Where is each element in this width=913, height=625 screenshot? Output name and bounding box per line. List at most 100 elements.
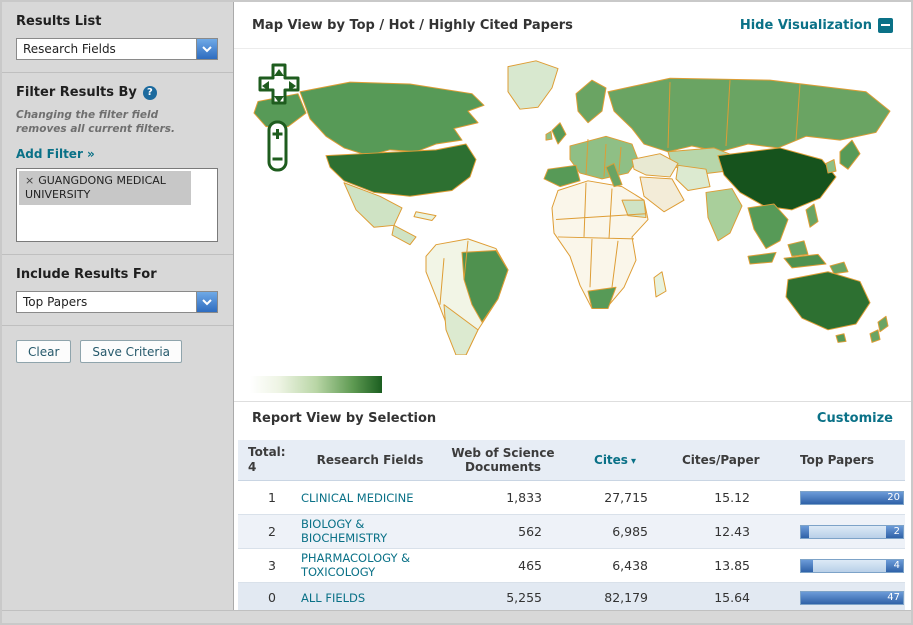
map-panel-header: Map View by Top / Hot / Highly Cited Pap… xyxy=(234,2,911,49)
docs-cell: 1,833 xyxy=(446,490,582,505)
country-australia[interactable] xyxy=(786,272,870,330)
collapse-minus-icon[interactable] xyxy=(878,18,893,33)
sort-desc-icon: ▾ xyxy=(631,456,636,467)
rank-cell: 3 xyxy=(238,558,294,573)
country-canada[interactable] xyxy=(300,82,484,156)
cites-per-paper-cell: 12.43 xyxy=(682,524,786,539)
country-indonesia-east[interactable] xyxy=(784,254,826,268)
map-legend-gradient xyxy=(250,376,382,393)
filter-note: Changing the filter field removes all cu… xyxy=(16,109,206,136)
country-madagascar[interactable] xyxy=(654,272,666,297)
region-central-america[interactable] xyxy=(392,225,416,244)
rank-cell: 1 xyxy=(238,490,294,505)
top-papers-value: 2 xyxy=(894,526,900,538)
country-saudi-arabia[interactable] xyxy=(640,177,684,212)
filter-chip-label: GUANGDONG MEDICAL UNIVERSITY xyxy=(25,174,166,201)
research-field-link[interactable]: ALL FIELDS xyxy=(301,592,365,606)
world-map-area xyxy=(234,49,911,401)
top-papers-bar[interactable]: 20 xyxy=(800,491,904,505)
add-filter-link[interactable]: Add Filter » xyxy=(16,147,95,161)
country-greenland[interactable] xyxy=(508,61,558,109)
top-papers-value: 4 xyxy=(894,560,900,572)
country-borneo[interactable] xyxy=(788,241,808,256)
table-row: 2 BIOLOGY & BIOCHEMISTRY 562 6,985 12.43… xyxy=(238,515,905,549)
country-india[interactable] xyxy=(706,189,742,241)
report-table: Total: 4 Research Fields Web of Science … xyxy=(238,440,905,613)
cites-cell: 6,438 xyxy=(582,558,682,573)
customize-link[interactable]: Customize xyxy=(817,411,893,426)
chevron-down-icon[interactable] xyxy=(196,39,217,59)
region-southeast-asia[interactable] xyxy=(748,204,788,249)
docs-cell: 562 xyxy=(446,524,582,539)
country-cuba[interactable] xyxy=(414,212,436,221)
report-view-header: Report View by Selection Customize xyxy=(234,401,911,434)
table-header-row: Total: 4 Research Fields Web of Science … xyxy=(238,440,905,481)
map-zoom-control[interactable] xyxy=(266,119,290,173)
country-philippines[interactable] xyxy=(806,204,818,227)
cites-per-paper-cell: 15.12 xyxy=(682,490,786,505)
rank-cell: 0 xyxy=(238,590,294,605)
cites-per-paper-cell: 15.64 xyxy=(682,590,786,605)
docs-cell: 465 xyxy=(446,558,582,573)
research-field-link[interactable]: CLINICAL MEDICINE xyxy=(301,492,414,506)
clear-button[interactable]: Clear xyxy=(16,340,71,363)
country-japan[interactable] xyxy=(840,140,860,169)
sidebar: Results List Research Fields Filter Resu… xyxy=(2,2,234,623)
cites-cell: 27,715 xyxy=(582,490,682,505)
cites-per-paper-cell: 13.85 xyxy=(682,558,786,573)
country-russia[interactable] xyxy=(608,78,890,152)
country-south-africa[interactable] xyxy=(588,287,616,308)
top-papers-bar[interactable]: 4 xyxy=(800,559,904,573)
remove-filter-icon[interactable]: × xyxy=(25,174,34,187)
filter-chip[interactable]: ×GUANGDONG MEDICAL UNIVERSITY xyxy=(19,171,191,205)
country-iran[interactable] xyxy=(676,165,710,190)
column-header-top-papers[interactable]: Top Papers xyxy=(786,453,905,467)
column-header-cites[interactable]: Cites▾ xyxy=(582,453,682,467)
world-map-choropleth[interactable] xyxy=(240,55,904,355)
country-uk[interactable] xyxy=(552,123,566,144)
country-indonesia[interactable] xyxy=(748,252,776,264)
include-results-select[interactable]: Top Papers xyxy=(16,291,218,313)
docs-cell: 5,255 xyxy=(446,590,582,605)
country-new-guinea[interactable] xyxy=(830,262,848,274)
country-tasmania[interactable] xyxy=(836,334,846,343)
active-filters-box: ×GUANGDONG MEDICAL UNIVERSITY xyxy=(16,168,218,242)
top-papers-value: 47 xyxy=(887,592,900,604)
top-papers-value: 20 xyxy=(887,492,900,504)
include-results-label: Include Results For xyxy=(16,267,219,282)
hide-visualization-link[interactable]: Hide Visualization xyxy=(740,18,893,33)
country-new-zealand[interactable] xyxy=(870,316,888,342)
research-field-link[interactable]: BIOLOGY & BIOCHEMISTRY xyxy=(301,518,415,546)
chevron-down-icon[interactable] xyxy=(196,292,217,312)
results-list-section: Results List Research Fields xyxy=(2,2,233,73)
esi-window: Results List Research Fields Filter Resu… xyxy=(0,0,913,625)
region-scandinavia[interactable] xyxy=(576,80,606,123)
report-view-title: Report View by Selection xyxy=(252,411,436,426)
country-spain[interactable] xyxy=(544,165,580,186)
include-results-section: Include Results For Top Papers xyxy=(2,255,233,326)
sidebar-buttons: Clear Save Criteria xyxy=(2,326,233,377)
table-row: 1 CLINICAL MEDICINE 1,833 27,715 15.12 2… xyxy=(238,481,905,515)
main-panel: Map View by Top / Hot / Highly Cited Pap… xyxy=(234,2,911,623)
include-results-value: Top Papers xyxy=(17,292,196,312)
results-list-select[interactable]: Research Fields xyxy=(16,38,218,60)
country-ireland[interactable] xyxy=(546,131,552,140)
cites-cell: 6,985 xyxy=(582,524,682,539)
column-header-total: Total: 4 xyxy=(238,445,294,475)
column-header-cites-per-paper[interactable]: Cites/Paper xyxy=(682,453,786,467)
map-pan-control[interactable] xyxy=(256,63,302,109)
filter-by-label: Filter Results By xyxy=(16,85,137,100)
cites-cell: 82,179 xyxy=(582,590,682,605)
research-field-link[interactable]: PHARMACOLOGY & TOXICOLOGY xyxy=(301,552,415,580)
country-korea[interactable] xyxy=(826,160,836,174)
filter-section: Filter Results By ? Changing the filter … xyxy=(2,73,233,255)
save-criteria-button[interactable]: Save Criteria xyxy=(80,340,182,363)
top-papers-bar[interactable]: 47 xyxy=(800,591,904,605)
help-icon[interactable]: ? xyxy=(143,86,157,100)
results-list-value: Research Fields xyxy=(17,39,196,59)
rank-cell: 2 xyxy=(238,524,294,539)
column-header-wos-documents[interactable]: Web of Science Documents xyxy=(446,446,582,475)
top-papers-bar[interactable]: 2 xyxy=(800,525,904,539)
column-header-research-fields[interactable]: Research Fields xyxy=(294,453,446,467)
results-list-label: Results List xyxy=(16,14,219,29)
